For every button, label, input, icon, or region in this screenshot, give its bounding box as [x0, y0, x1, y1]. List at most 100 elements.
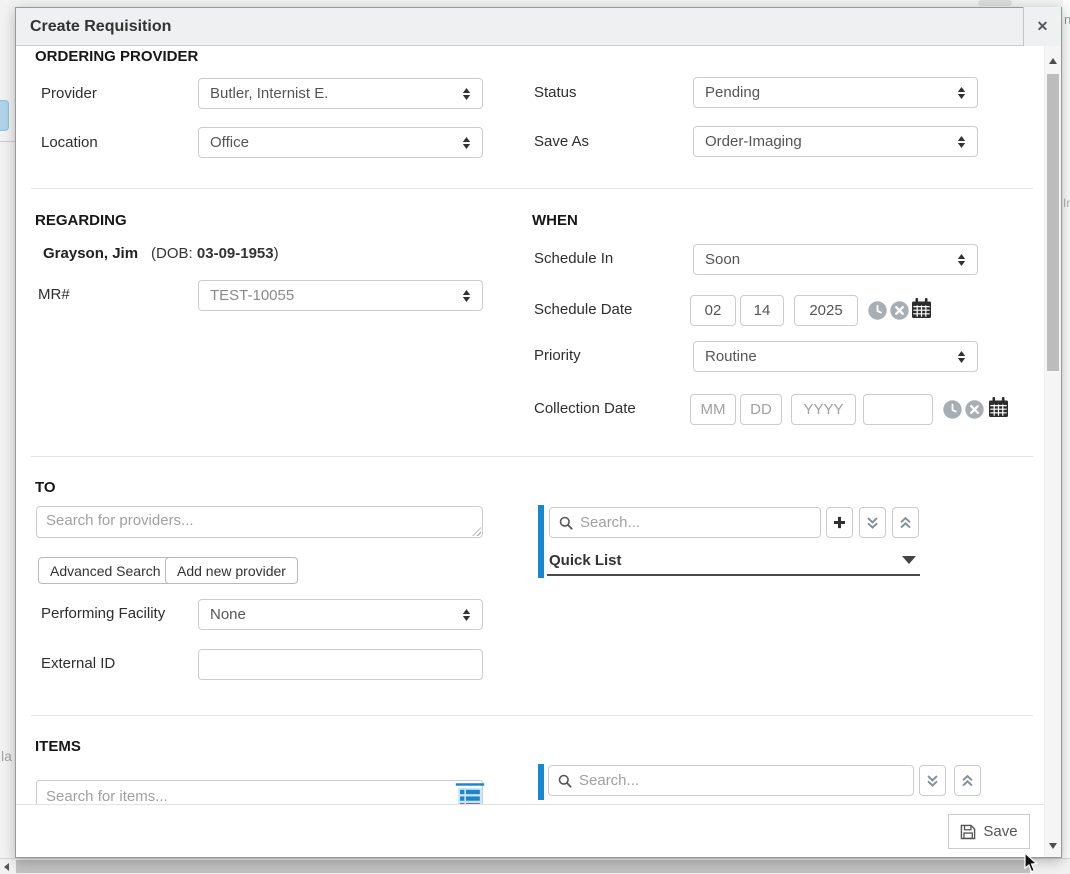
dialog-footer: Save [16, 804, 1044, 857]
items-collapse-all-button[interactable] [954, 765, 981, 796]
items-heading: ITEMS [35, 738, 81, 755]
dialog-title: Create Requisition [16, 8, 1061, 45]
background-text-fragment: In [1063, 196, 1070, 210]
collapse-all-button[interactable] [892, 507, 919, 538]
close-button[interactable]: ✕ [1023, 7, 1061, 46]
provider-search-input[interactable] [36, 506, 483, 538]
schedule-in-select[interactable]: Soon [693, 244, 978, 275]
schedule-clear-button[interactable] [890, 301, 909, 320]
updown-caret-icon [957, 253, 966, 267]
search-icon [559, 516, 573, 530]
status-select[interactable]: Pending [693, 77, 978, 108]
plus-icon [833, 516, 846, 529]
section-divider [31, 715, 1033, 716]
collection-time-input[interactable] [863, 394, 933, 425]
external-id-input[interactable] [198, 649, 483, 680]
schedule-date-label: Schedule Date [534, 301, 632, 318]
items-panel-search [548, 765, 914, 796]
collection-year-input[interactable] [791, 394, 856, 425]
horizontal-scrollbar-thumb[interactable] [16, 860, 1030, 873]
clock-icon [943, 400, 962, 419]
schedule-calendar-button[interactable] [911, 298, 932, 319]
add-new-provider-button[interactable]: Add new provider [165, 557, 298, 584]
patient-name: Grayson, Jim [43, 245, 138, 262]
save-button-label: Save [983, 823, 1017, 840]
item-list-button[interactable] [453, 783, 487, 805]
performing-facility-label: Performing Facility [41, 605, 165, 622]
create-requisition-dialog: Create Requisition ✕ ORDERING PROVIDER P… [15, 7, 1062, 858]
patient-line: Grayson, Jim (DOB: 03-09-1953) [43, 245, 279, 262]
close-icon: ✕ [1037, 18, 1049, 34]
save-as-label: Save As [534, 133, 589, 150]
schedule-month-input[interactable] [690, 295, 736, 326]
priority-label: Priority [534, 347, 581, 364]
save-as-select[interactable]: Order-Imaging [693, 126, 978, 157]
save-button[interactable]: Save [948, 814, 1030, 849]
collection-calendar-button[interactable] [988, 397, 1009, 418]
updown-caret-icon [462, 136, 471, 150]
dialog-body: ORDERING PROVIDER Provider Butler, Inter… [16, 46, 1044, 805]
mouse-cursor [1024, 852, 1038, 873]
x-circle-icon [890, 301, 909, 320]
updown-caret-icon [957, 350, 966, 364]
collection-day-input[interactable] [740, 394, 782, 425]
clock-icon [868, 301, 887, 320]
x-circle-icon [965, 400, 984, 419]
collection-month-input[interactable] [690, 394, 736, 425]
item-search-input[interactable] [36, 780, 483, 805]
search-icon [558, 774, 572, 788]
vertical-scrollbar[interactable] [1044, 46, 1061, 857]
add-provider-to-list-button[interactable] [826, 507, 853, 538]
to-heading: TO [35, 479, 56, 496]
schedule-year-input[interactable] [794, 295, 858, 326]
background-divider-fragment [0, 141, 15, 142]
external-id-label: External ID [41, 655, 115, 672]
save-floppy-icon [960, 824, 976, 840]
mr-label: MR# [38, 286, 70, 303]
regarding-heading: REGARDING [35, 212, 127, 229]
quick-list-header[interactable]: Quick List [547, 546, 920, 576]
collection-time-button[interactable] [943, 400, 962, 419]
background-button-fragment [0, 100, 9, 131]
schedule-day-input[interactable] [740, 295, 784, 326]
updown-caret-icon [462, 608, 471, 622]
scroll-down-arrow-icon[interactable] [1049, 843, 1057, 849]
updown-caret-icon [462, 87, 471, 101]
section-divider [31, 456, 1033, 457]
updown-caret-icon [957, 135, 966, 149]
expand-all-button[interactable] [859, 507, 886, 538]
collection-clear-button[interactable] [965, 400, 984, 419]
calendar-icon [911, 298, 932, 319]
provider-select[interactable]: Butler, Internist E. [198, 78, 483, 109]
advanced-search-button[interactable]: Advanced Search [38, 557, 173, 584]
double-chevron-up-icon [961, 774, 974, 788]
items-panel-search-input[interactable] [579, 772, 904, 789]
horizontal-scrollbar[interactable] [0, 858, 1070, 874]
vertical-scrollbar-thumb[interactable] [1047, 74, 1059, 371]
background-fragment [978, 0, 1012, 6]
section-divider [31, 188, 1033, 189]
performing-facility-select[interactable]: None [198, 599, 483, 630]
calendar-icon [988, 397, 1009, 418]
when-heading: WHEN [532, 212, 578, 229]
location-select[interactable]: Office [198, 127, 483, 158]
schedule-time-button[interactable] [868, 301, 887, 320]
status-label: Status [534, 84, 577, 101]
provider-search-area [36, 506, 483, 538]
chevron-down-icon [902, 556, 916, 564]
priority-select[interactable]: Routine [693, 341, 978, 372]
item-list-icon [453, 783, 487, 805]
ordering-provider-heading: ORDERING PROVIDER [35, 48, 198, 65]
quick-list-label: Quick List [549, 552, 902, 569]
provider-label: Provider [41, 85, 97, 102]
items-expand-all-button[interactable] [919, 765, 946, 796]
scroll-left-arrow-icon[interactable] [4, 863, 9, 871]
provider-panel-search-input[interactable] [580, 514, 811, 531]
cursor-arrow-icon [1024, 852, 1038, 873]
background-right-strip: n In [1063, 0, 1070, 858]
background-text-fragment: la [1, 748, 15, 764]
panel-accent-bar [538, 505, 544, 578]
mr-select[interactable]: TEST-10055 [198, 280, 483, 311]
patient-dob: (DOB: 03-09-1953) [151, 245, 279, 262]
scroll-up-arrow-icon[interactable] [1049, 58, 1057, 64]
